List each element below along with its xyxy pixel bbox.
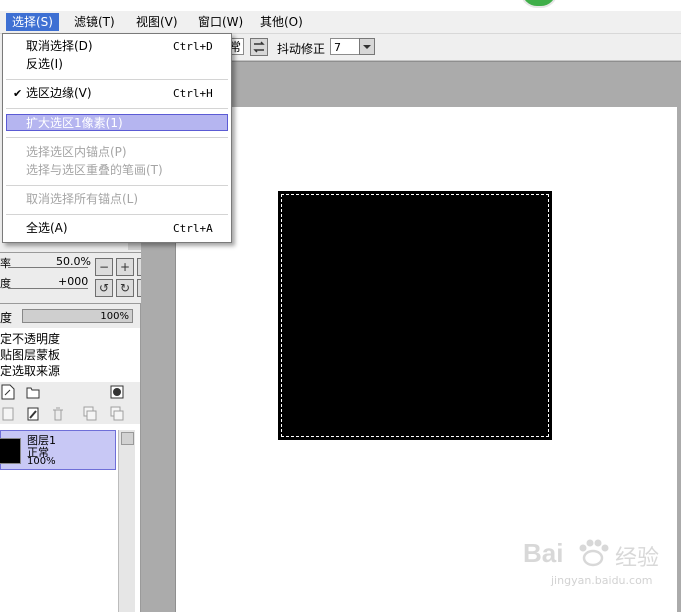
select-dropdown-menu: 取消选择(D) Ctrl+D 反选(I) ✔ 选区边缘(V) Ctrl+H 扩大… xyxy=(2,33,232,243)
watermark-cn: 经验 xyxy=(615,546,660,571)
stabilizer-label: 抖动修正 xyxy=(277,42,326,56)
zoom-out-icon[interactable]: − xyxy=(95,258,113,276)
menu-item-selection-edge[interactable]: ✔ 选区边缘(V) Ctrl+H xyxy=(6,85,228,102)
menu-item-select-overlapping-strokes[interactable]: 选择与选区重叠的笔画(T) xyxy=(6,162,228,179)
layer-mask-icon[interactable] xyxy=(110,385,124,399)
watermark-brand: Bai xyxy=(523,538,564,568)
copy-layer-icon[interactable] xyxy=(1,406,15,422)
menu-separator xyxy=(6,185,228,186)
lock-opacity-option[interactable]: 定不透明度 xyxy=(0,330,60,347)
menu-bar: 选择(S) 滤镜(T) 视图(V) 窗口(W) 其他(O) xyxy=(0,11,681,34)
check-icon: ✔ xyxy=(13,87,23,100)
baidu-watermark: Bai 经验 jingyan.baidu.com xyxy=(515,534,675,604)
menu-separator xyxy=(6,79,228,80)
chevron-down-icon[interactable] xyxy=(359,38,375,55)
menu-window[interactable]: 窗口(W) xyxy=(192,13,249,31)
menu-filter[interactable]: 滤镜(T) xyxy=(68,13,121,31)
opacity-slider[interactable]: 100% xyxy=(22,309,133,323)
menu-item-shortcut: Ctrl+H xyxy=(173,87,213,100)
zoom-label: 率 xyxy=(0,257,11,270)
swap-icon[interactable] xyxy=(250,38,268,56)
new-folder-icon[interactable] xyxy=(26,385,40,399)
menu-item-label: 取消选择(D) xyxy=(26,39,93,53)
merge-visible-icon[interactable] xyxy=(110,406,124,422)
selection-source-option[interactable]: 定选取来源 xyxy=(0,362,60,379)
zoom-value: 50.0% xyxy=(56,255,91,268)
menu-item-shortcut: Ctrl+D xyxy=(173,40,213,53)
menu-item-expand-1px[interactable]: 扩大选区1像素(1) xyxy=(6,114,228,131)
layer-opacity: 100% xyxy=(27,456,56,467)
layer-scrollbar[interactable] xyxy=(118,430,135,612)
layer-thumbnail xyxy=(0,438,21,464)
new-layer-icon[interactable] xyxy=(1,384,15,400)
angle-slider[interactable] xyxy=(8,288,88,289)
menu-item-shortcut: Ctrl+A xyxy=(173,222,213,235)
menu-select[interactable]: 选择(S) xyxy=(6,13,59,31)
paw-icon xyxy=(579,539,609,567)
rotate-left-icon[interactable]: ↺ xyxy=(95,279,113,297)
menu-item-label: 反选(I) xyxy=(26,57,63,71)
menu-item-select-anchors[interactable]: 选择选区内锚点(P) xyxy=(6,144,228,161)
scroll-up-icon[interactable] xyxy=(121,432,134,445)
merge-down-icon[interactable] xyxy=(83,406,97,422)
angle-value: +000 xyxy=(58,275,89,288)
selection-marquee xyxy=(281,194,549,437)
clear-layer-icon[interactable] xyxy=(26,406,40,422)
navigator-controls: 率 50.0% 度 +000 − + ■ ↺ ↻ ■ xyxy=(0,252,161,304)
layer-row[interactable]: 图层1 正常 100% xyxy=(0,430,116,470)
rotate-right-icon[interactable]: ↻ xyxy=(116,279,134,297)
menu-item-label: 选择与选区重叠的笔画(T) xyxy=(26,163,163,177)
menu-other[interactable]: 其他(O) xyxy=(254,13,309,31)
menu-separator xyxy=(6,214,228,215)
watermark-url: jingyan.baidu.com xyxy=(551,574,653,587)
menu-item-deselect-anchors[interactable]: 取消选择所有锚点(L) xyxy=(6,191,228,208)
menu-item-select-all[interactable]: 全选(A) Ctrl+A xyxy=(6,220,228,237)
menu-view[interactable]: 视图(V) xyxy=(130,13,184,31)
menu-item-label: 选区边缘(V) xyxy=(26,86,92,100)
menu-separator xyxy=(6,137,228,138)
menu-item-label: 选择选区内锚点(P) xyxy=(26,145,127,159)
menu-separator xyxy=(6,108,228,109)
menu-item-label: 取消选择所有锚点(L) xyxy=(26,192,139,206)
clip-mask-option[interactable]: 贴图层蒙板 xyxy=(0,346,60,363)
menu-item-label: 扩大选区1像素(1) xyxy=(26,116,123,130)
menu-item-label: 全选(A) xyxy=(26,221,68,235)
opacity-label: 度 xyxy=(0,311,13,325)
menu-item-deselect[interactable]: 取消选择(D) Ctrl+D xyxy=(6,38,228,55)
menu-item-invert[interactable]: 反选(I) xyxy=(6,56,228,73)
layer-panel: 度 100% 定不透明度 贴图层蒙板 定选取来源 图层1 正常 100% xyxy=(0,304,141,612)
delete-layer-icon[interactable] xyxy=(51,406,65,422)
stabilizer-input[interactable]: 7 xyxy=(330,38,362,55)
title-strip xyxy=(0,0,681,11)
zoom-in-icon[interactable]: + xyxy=(116,258,134,276)
